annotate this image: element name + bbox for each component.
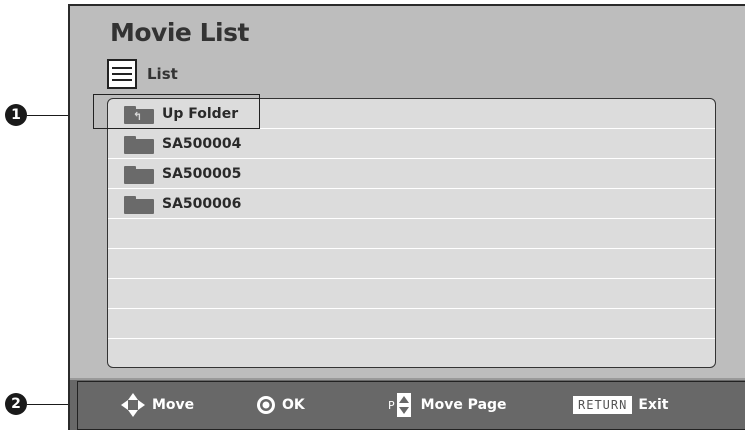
folder-icon xyxy=(124,135,154,154)
list-item[interactable]: SA500006 xyxy=(108,189,715,219)
page-title: Movie List xyxy=(110,18,249,47)
footer-highlight-box xyxy=(77,381,745,430)
tv-screen: Movie List List ↰ Up Folder SA500004 SA5… xyxy=(68,4,745,430)
folder-icon xyxy=(124,165,154,184)
callout-number-2: 2 xyxy=(11,396,21,412)
callout-marker-1: 1 xyxy=(5,104,27,126)
list-item[interactable]: SA500005 xyxy=(108,159,715,189)
view-mode-label: List xyxy=(147,65,178,83)
list-item-label: SA500006 xyxy=(162,196,242,212)
empty-row xyxy=(108,249,715,279)
movie-list-panel: ↰ Up Folder SA500004 SA500005 SA500006 xyxy=(107,98,716,368)
empty-row xyxy=(108,309,715,339)
list-item[interactable]: SA500004 xyxy=(108,129,715,159)
list-item-label: SA500004 xyxy=(162,136,242,152)
callout-marker-2: 2 xyxy=(5,393,27,415)
list-view-icon xyxy=(107,59,137,89)
folder-icon xyxy=(124,195,154,214)
list-item-label: SA500005 xyxy=(162,166,242,182)
callout-number-1: 1 xyxy=(11,107,21,123)
view-mode-indicator[interactable]: List xyxy=(107,57,178,91)
empty-row xyxy=(108,219,715,249)
up-folder-highlight-box xyxy=(93,94,260,129)
empty-row xyxy=(108,279,715,309)
empty-row xyxy=(108,339,715,367)
